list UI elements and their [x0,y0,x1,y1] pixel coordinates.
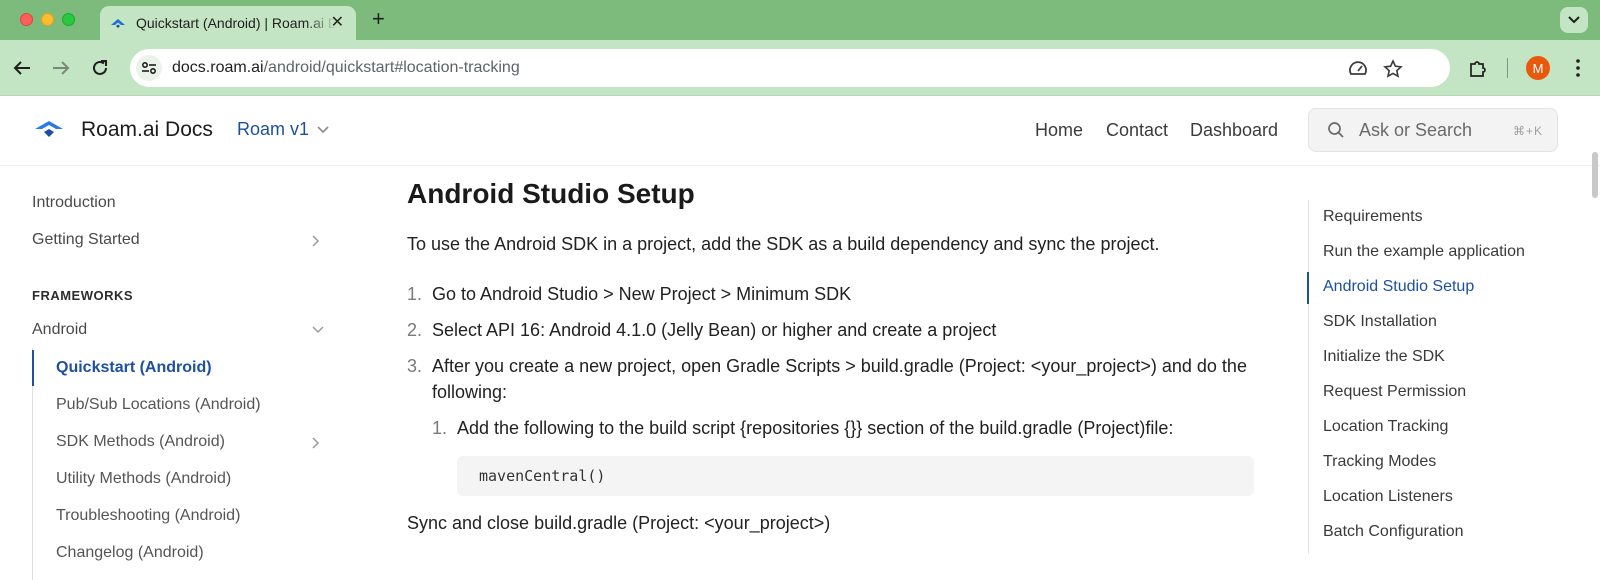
nav-home-link[interactable]: Home [1035,120,1083,141]
docs-sidebar: Introduction Getting Started FRAMEWORKS … [0,166,345,580]
docs-header: Roam.ai Docs Roam v1 Home Contact Dashbo… [0,96,1600,166]
toc-item-location-tracking[interactable]: Location Tracking [1323,418,1448,436]
site-name[interactable]: Roam.ai Docs [81,118,213,142]
toolbar-divider [1507,58,1508,78]
tab-title: Quickstart (Android) | Roam.ai Docs [136,15,336,31]
browser-menu-kebab-icon[interactable] [1566,56,1590,80]
nav-dashboard-link[interactable]: Dashboard [1190,120,1278,141]
toc-item-initialize-sdk[interactable]: Initialize the SDK [1323,348,1445,366]
nav-contact-link[interactable]: Contact [1106,120,1168,141]
chevron-down-icon [317,125,329,133]
intro-paragraph: To use the Android SDK in a project, add… [407,234,1160,254]
list-number: 3. [407,356,423,376]
profile-avatar[interactable]: M [1526,56,1550,80]
toc-item-location-listeners[interactable]: Location Listeners [1323,488,1453,506]
window-maximize-button[interactable] [62,13,75,26]
site-info-tune-icon[interactable] [136,55,162,81]
back-arrow-icon[interactable] [10,56,34,80]
search-shortcut-hint: ⌘+K [1512,124,1543,138]
list-item: Select API 16: Android 4.1.0 (Jelly Bean… [432,320,997,340]
code-block[interactable]: mavenCentral() [457,456,1254,496]
tab-close-icon[interactable]: ✕ [331,14,344,32]
list-item: Add the following to the build script {r… [457,418,1174,438]
list-number: 1. [432,418,448,438]
sidebar-item-changelog[interactable]: Changelog (Android) [56,544,204,562]
list-number: 2. [407,320,423,340]
browser-toolbar: docs.roam.ai/android/quickstart#location… [0,40,1600,96]
toc-item-tracking-modes[interactable]: Tracking Modes [1323,453,1436,471]
url-text[interactable]: docs.roam.ai/android/quickstart#location… [172,59,520,77]
toc-item-requirements[interactable]: Requirements [1323,208,1423,226]
browser-tab-strip: Quickstart (Android) | Roam.ai Docs ✕ + [0,0,1600,40]
version-label: Roam v1 [237,119,310,139]
bookmark-star-icon[interactable] [1382,58,1404,80]
roam-favicon-icon [110,15,126,31]
sidebar-item-troubleshooting[interactable]: Troubleshooting (Android) [56,507,240,525]
search-placeholder: Ask or Search [1359,119,1473,140]
chevron-right-icon[interactable] [312,437,324,449]
window-close-button[interactable] [20,13,33,26]
sidebar-item-quickstart-android[interactable]: Quickstart (Android) [56,359,212,377]
sidebar-item-introduction[interactable]: Introduction [32,194,116,212]
performance-gauge-icon[interactable] [1347,58,1369,80]
chevron-right-icon[interactable] [312,235,324,247]
page-scrollbar-thumb[interactable] [1592,152,1598,198]
closing-paragraph: Sync and close build.gradle (Project: <y… [407,513,831,533]
browser-tab-active[interactable]: Quickstart (Android) | Roam.ai Docs ✕ [100,6,356,40]
reload-icon[interactable] [88,56,112,80]
sidebar-item-sdk-methods[interactable]: SDK Methods (Android) [56,433,225,451]
chevron-down-icon[interactable] [312,326,324,338]
sidebar-item-utility-methods[interactable]: Utility Methods (Android) [56,470,231,488]
list-item: After you create a new project, open Gra… [432,356,1247,402]
toc-item-run-example[interactable]: Run the example application [1323,243,1525,261]
sidebar-item-getting-started[interactable]: Getting Started [32,231,140,249]
sidebar-item-pubsub-locations[interactable]: Pub/Sub Locations (Android) [56,396,261,414]
extensions-puzzle-icon[interactable] [1466,56,1490,80]
toc-item-android-studio-setup[interactable]: Android Studio Setup [1323,278,1474,296]
sidebar-item-android[interactable]: Android [32,321,87,339]
list-number: 1. [407,284,423,304]
new-tab-plus-icon[interactable]: + [372,6,385,32]
search-input[interactable]: Ask or Search ⌘+K [1308,108,1558,152]
url-path: /android/quickstart#location-tracking [263,59,520,76]
toc-item-sdk-installation[interactable]: SDK Installation [1323,313,1437,331]
window-minimize-button[interactable] [41,13,54,26]
toc-rail [1308,200,1309,554]
search-icon [1327,121,1345,139]
section-label-frameworks: FRAMEWORKS [32,288,134,303]
address-bar[interactable]: docs.roam.ai/android/quickstart#location… [130,49,1450,87]
url-host: docs.roam.ai [172,59,264,76]
section-heading: Android Studio Setup [407,178,695,209]
roam-logo-icon[interactable] [34,118,64,145]
toc-item-request-permission[interactable]: Request Permission [1323,383,1466,401]
list-item: Go to Android Studio > New Project > Min… [432,284,852,304]
toc-active-indicator [1307,272,1309,304]
sidebar-active-indicator [32,350,34,386]
forward-arrow-icon[interactable] [49,56,73,80]
tab-search-chevron-icon[interactable] [1560,7,1588,33]
toc-item-batch-configuration[interactable]: Batch Configuration [1323,523,1464,541]
version-selector[interactable]: Roam v1 [237,119,329,140]
